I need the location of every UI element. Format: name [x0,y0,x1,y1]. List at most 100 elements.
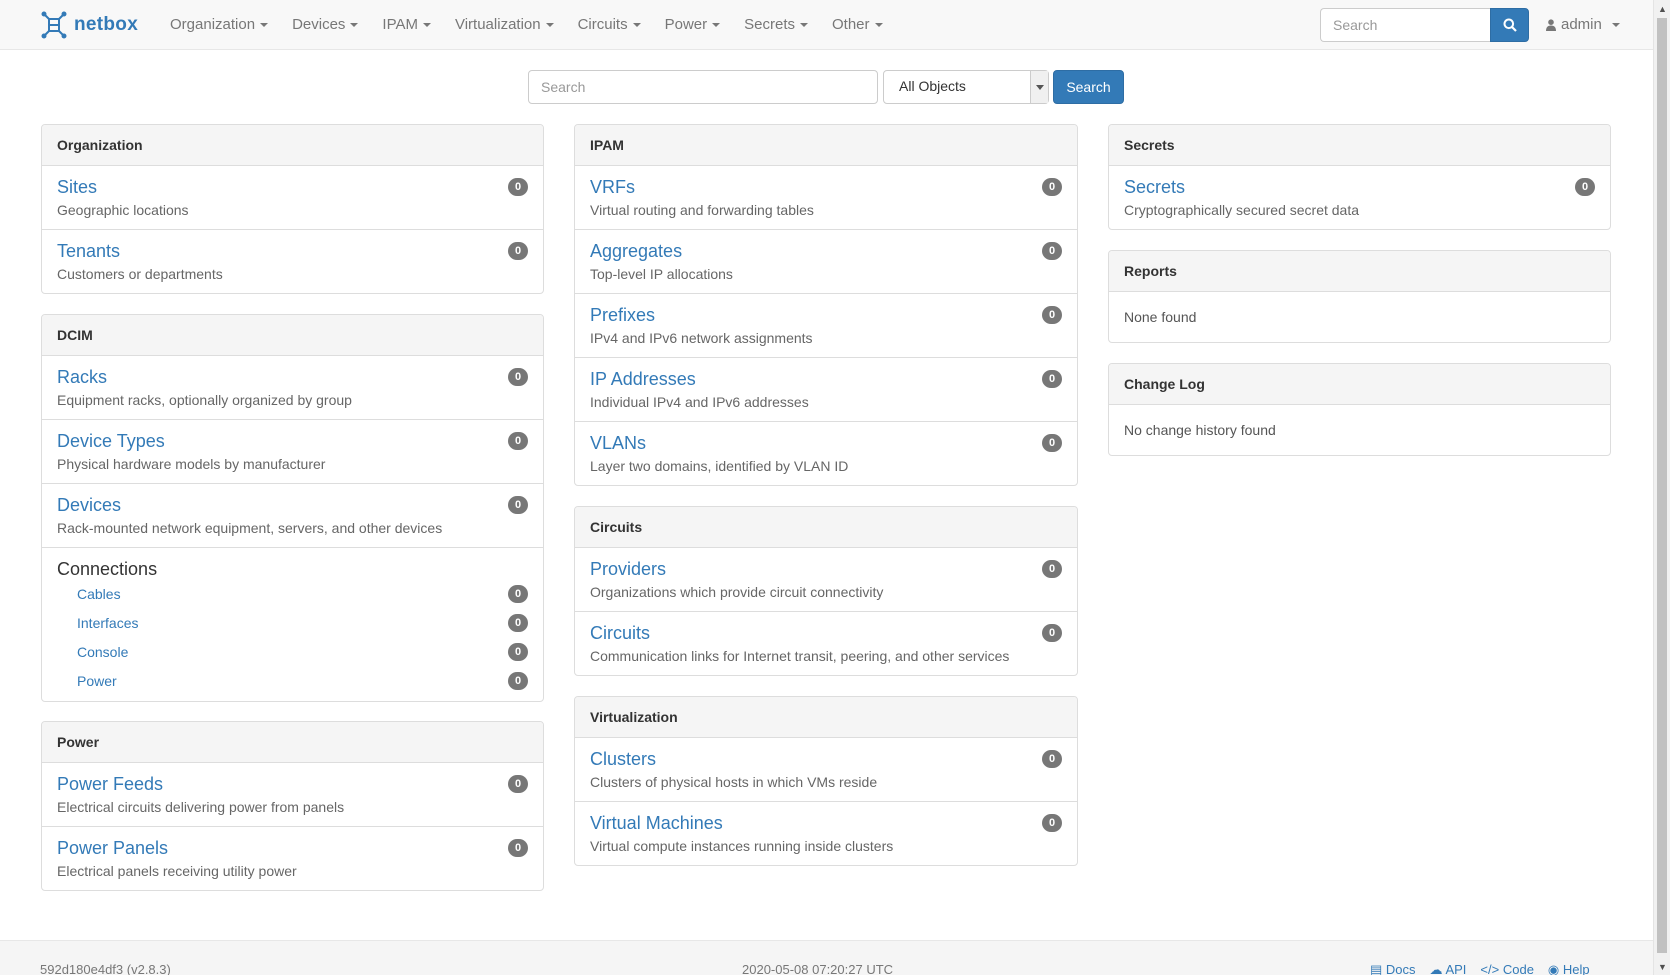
sites-link[interactable]: Sites [57,176,528,198]
prefixes-link[interactable]: Prefixes [590,304,1062,326]
list-item: Power Feeds Electrical circuits deliveri… [42,763,543,827]
panel-heading: Change Log [1109,364,1610,405]
item-description: Virtual routing and forwarding tables [590,202,814,218]
ip-addresses-link[interactable]: IP Addresses [590,368,1062,390]
circuits-link[interactable]: Circuits [590,622,1062,644]
clusters-link[interactable]: Clusters [590,748,1062,770]
devices-link[interactable]: Devices [57,494,528,516]
device-types-link[interactable]: Device Types [57,430,528,452]
aggregates-link[interactable]: Aggregates [590,240,1062,262]
item-description: Cryptographically secured secret data [1124,202,1360,218]
nav-organization[interactable]: Organization [158,0,280,50]
count-badge: 0 [1042,242,1062,260]
list-item: Aggregates Top-level IP allocations 0 [575,230,1077,294]
item-description: Individual IPv4 and IPv6 addresses [590,394,809,410]
providers-link[interactable]: Providers [590,558,1062,580]
nav-circuits[interactable]: Circuits [566,0,653,50]
caret-down-icon [1611,23,1620,27]
user-menu[interactable]: admin [1546,0,1620,50]
count-badge: 0 [1042,306,1062,324]
nav-other[interactable]: Other [820,0,895,50]
page-footer: 592d180e4df3 (v2.8.3) 2020-05-08 07:20:2… [0,940,1653,975]
version-label: 592d180e4df3 (v2.8.3) [40,962,171,975]
virtual-machines-link[interactable]: Virtual Machines [590,812,1062,834]
count-badge: 0 [508,432,528,450]
brand-name: netbox [74,14,139,35]
docs-link[interactable]: ▤ Docs [1370,962,1416,975]
scroll-down-arrow[interactable]: ▼ [1654,958,1670,975]
netbox-logo-icon [41,11,67,39]
panel-heading: Power [42,722,543,763]
count-badge: 0 [1575,178,1595,196]
vlans-link[interactable]: VLANs [590,432,1062,454]
footer-links: ▤ Docs ☁ API </> Code ◉ Help [1370,962,1590,975]
item-description: Electrical panels receiving utility powe… [57,863,297,879]
brand-logo[interactable]: netbox [40,11,138,39]
power-feeds-link[interactable]: Power Feeds [57,773,528,795]
item-description: Geographic locations [57,202,189,218]
racks-link[interactable]: Racks [57,366,528,388]
reports-panel: Reports None found [1108,250,1611,343]
vrfs-link[interactable]: VRFs [590,176,1062,198]
list-item: Virtual Machines Virtual compute instanc… [575,802,1077,865]
object-type-value: All Objects [899,78,966,94]
object-type-select[interactable]: All Objects [883,70,1049,104]
navbar-search-input[interactable] [1320,8,1490,42]
list-item: Power Panels Electrical panels receiving… [42,827,543,890]
nav-secrets[interactable]: Secrets [732,0,820,50]
main-search-button[interactable]: Search [1053,70,1124,104]
power-connections-link[interactable]: Power [77,673,117,689]
nav-virtualization[interactable]: Virtualization [443,0,566,50]
interfaces-link[interactable]: Interfaces [77,615,138,631]
scroll-thumb[interactable] [1657,18,1667,953]
navbar-search-button[interactable] [1490,8,1529,42]
caret-down-icon [632,23,641,28]
nav-power[interactable]: Power [653,0,733,50]
cables-link[interactable]: Cables [77,586,121,602]
count-badge: 0 [508,496,528,514]
cloud-icon: ☁ [1429,962,1443,975]
nav-devices[interactable]: Devices [280,0,370,50]
count-badge: 0 [1042,560,1062,578]
item-description: Virtual compute instances running inside… [590,838,894,854]
count-badge: 0 [1042,370,1062,388]
user-icon [1546,19,1556,31]
connections-title: Connections [57,559,158,579]
count-badge: 0 [1042,624,1062,642]
changelog-panel: Change Log No change history found [1108,363,1611,456]
api-link[interactable]: ☁ API [1430,962,1467,975]
main-search-input[interactable] [528,70,878,104]
list-item: Devices Rack-mounted network equipment, … [42,484,543,548]
list-item: IP Addresses Individual IPv4 and IPv6 ad… [575,358,1077,422]
virtualization-panel: Virtualization Clusters Clusters of phys… [574,696,1078,866]
panel-heading: Circuits [575,507,1077,548]
nav-ipam[interactable]: IPAM [370,0,443,50]
item-description: Top-level IP allocations [590,266,733,282]
list-item: Sites Geographic locations 0 [42,166,543,230]
panel-heading: Organization [42,125,543,166]
changelog-empty-message: No change history found [1124,422,1276,438]
caret-down-icon [874,23,883,28]
list-item: Prefixes IPv4 and IPv6 network assignmen… [575,294,1077,358]
list-item: Console 0 [57,638,528,667]
main-menu: Organization Devices IPAM Virtualization… [158,0,895,50]
scroll-up-arrow[interactable]: ▲ [1654,0,1670,17]
panel-heading: IPAM [575,125,1077,166]
tenants-link[interactable]: Tenants [57,240,528,262]
console-link[interactable]: Console [77,644,128,660]
search-icon [1503,18,1517,32]
list-item: Tenants Customers or departments 0 [42,230,543,293]
caret-down-icon [545,23,554,28]
code-link[interactable]: </> Code [1480,962,1534,975]
secrets-link[interactable]: Secrets [1124,176,1595,198]
item-description: Layer two domains, identified by VLAN ID [590,458,849,474]
caret-down-icon [260,23,269,28]
panel-heading: Reports [1109,251,1610,292]
help-link[interactable]: ◉ Help [1548,962,1590,975]
count-badge: 0 [508,585,528,603]
vertical-scrollbar[interactable]: ▲ ▼ [1653,0,1670,975]
power-panels-link[interactable]: Power Panels [57,837,528,859]
item-description: Electrical circuits delivering power fro… [57,799,345,815]
list-item: VLANs Layer two domains, identified by V… [575,422,1077,485]
count-badge: 0 [1042,434,1062,452]
